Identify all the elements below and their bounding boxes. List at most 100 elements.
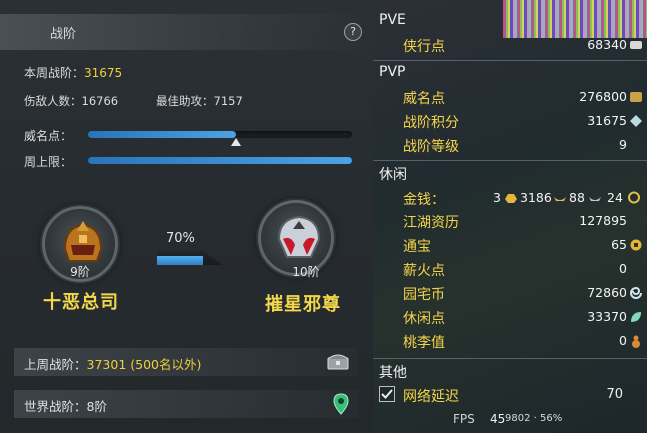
last-week-rank: 上周战阶：37301 (500名以外) — [24, 354, 201, 373]
silver-ingot-icon — [554, 197, 566, 201]
res-row-tongbao: 通宝 65 — [403, 234, 643, 256]
rank-progress-fill — [157, 256, 204, 265]
money-copper-value: 88 — [569, 190, 585, 205]
chest-icon[interactable] — [327, 352, 349, 370]
section-pve-title: PVE — [379, 12, 406, 28]
section-other-title: 其他 — [379, 365, 407, 381]
res-row-rank-points: 战阶积分 31675 — [403, 110, 643, 132]
tongbao-coin-icon — [630, 239, 642, 251]
divider — [373, 358, 647, 359]
crystal-icon — [630, 115, 642, 127]
gourd-icon — [632, 335, 640, 348]
status-tail: 9802 · 56% — [505, 413, 563, 424]
divider — [373, 160, 647, 161]
defeat-count-label: 伤敌人数： — [24, 94, 82, 108]
coin-icon — [628, 191, 640, 204]
best-assist-value: 7157 — [213, 94, 243, 108]
help-button[interactable]: ? — [344, 23, 362, 41]
gold-ingot-icon — [505, 194, 517, 203]
section-pvp-title: PVP — [379, 64, 406, 80]
world-rank-label: 世界战阶： — [24, 399, 87, 414]
res-label: 园宅币 — [403, 287, 445, 303]
res-label: 桃李值 — [403, 335, 445, 351]
money-gold-value: 3 — [493, 190, 501, 205]
next-rank-tier: 10阶 — [292, 265, 320, 279]
world-rank-strip: 世界战阶：8阶 — [14, 390, 358, 418]
res-row-yuanzhai: 园宅币 72860 — [403, 282, 643, 304]
this-week-rank-label: 本周战阶： — [24, 66, 85, 80]
prestige-bar-label: 威名点： — [24, 129, 73, 143]
leaf-icon — [631, 312, 641, 322]
current-rank-name: 十恶总司 — [43, 292, 119, 313]
res-label: 威名点 — [403, 91, 445, 107]
rank-progress-percent: 70% — [166, 231, 195, 246]
prestige-medal-icon — [630, 92, 642, 102]
money-tael-value: 24 — [607, 190, 623, 205]
money-silver-value: 3186 — [520, 190, 552, 205]
res-value: 65 — [611, 237, 627, 252]
res-row-taoli: 桃李值 0 — [403, 330, 643, 352]
weekly-cap-bar-label: 周上限： — [24, 155, 73, 169]
rank-progress-bar — [157, 251, 223, 265]
latency-value: 70 — [606, 387, 623, 402]
last-week-rank-strip: 上周战阶：37301 (500名以外) — [14, 348, 358, 376]
res-label: 战阶积分 — [403, 115, 459, 131]
sword-token-icon — [630, 41, 642, 49]
res-value: 68340 — [587, 37, 627, 52]
best-assist-label: 最佳助攻： — [156, 94, 214, 108]
money-row: 金钱： 3 3186 88 24 — [403, 187, 643, 209]
fps-value: 45 — [490, 412, 506, 426]
rank-panel-header: 战阶 ? — [0, 14, 373, 50]
world-rank-value: 8阶 — [86, 399, 107, 414]
spiral-coin-icon — [630, 286, 642, 299]
world-rank: 世界战阶：8阶 — [24, 396, 107, 415]
rank-panel: 战阶 ? 本周战阶：31675 伤敌人数：16766 最佳助攻：7157 威名点… — [0, 0, 373, 433]
decorative-stripe — [503, 0, 647, 38]
copper-ingot-icon — [589, 197, 601, 201]
rank-panel-title: 战阶 — [50, 27, 77, 42]
res-label: 休闲点 — [403, 311, 445, 327]
next-rank-name: 摧星邪尊 — [265, 294, 341, 315]
res-label: 侠行点 — [403, 39, 445, 55]
fps-label: FPS — [453, 412, 475, 426]
res-value: 9 — [619, 137, 627, 152]
map-pin-icon[interactable] — [333, 393, 349, 415]
this-week-rank: 本周战阶：31675 — [24, 64, 122, 81]
prestige-bar-fill — [88, 131, 236, 138]
divider — [373, 60, 647, 61]
best-assist: 最佳助攻：7157 — [156, 93, 243, 109]
res-value: 0 — [619, 261, 627, 276]
res-value: 72860 — [587, 285, 627, 300]
res-value: 276800 — [579, 89, 627, 104]
section-leisure-title: 休闲 — [379, 167, 407, 183]
latency-label: 网络延迟 — [403, 389, 459, 405]
current-rank-tier: 9阶 — [70, 265, 90, 279]
defeat-count-value: 16766 — [81, 94, 119, 108]
weekly-cap-bar-fill — [88, 157, 352, 164]
checkmark-icon — [381, 389, 393, 399]
res-label: 战阶等级 — [403, 139, 459, 155]
res-row-leisure-points: 休闲点 33370 — [403, 306, 643, 328]
res-row-xinhuo: 薪火点 0 — [403, 258, 643, 280]
res-row-prestige: 威名点 276800 — [403, 86, 643, 108]
weekly-cap-bar — [88, 157, 352, 164]
last-week-rank-value: 37301 (500名以外) — [86, 357, 202, 372]
res-row-xiaxing: 侠行点 68340 — [403, 34, 643, 56]
money-label: 金钱： — [403, 192, 445, 208]
resources-panel: PVE 侠行点 68340 PVP 威名点 276800 战阶积分 31675 … — [373, 0, 647, 433]
last-week-rank-label: 上周战阶： — [24, 357, 87, 372]
res-value: 0 — [619, 333, 627, 348]
res-row-jianghu: 江湖资历 127895 — [403, 210, 643, 232]
defeat-count: 伤敌人数：16766 — [24, 93, 118, 109]
this-week-rank-value: 31675 — [84, 66, 123, 80]
res-value: 33370 — [587, 309, 627, 324]
res-label: 薪火点 — [403, 263, 445, 279]
demon-mask-icon — [277, 215, 321, 258]
prestige-bar — [88, 131, 352, 138]
res-row-rank-level: 战阶等级 9 — [403, 134, 643, 156]
res-value: 31675 — [587, 113, 627, 128]
res-label: 江湖资历 — [403, 215, 459, 231]
prestige-marker-icon — [230, 138, 241, 146]
res-label: 通宝 — [403, 239, 431, 255]
latency-checkbox[interactable] — [379, 386, 395, 402]
